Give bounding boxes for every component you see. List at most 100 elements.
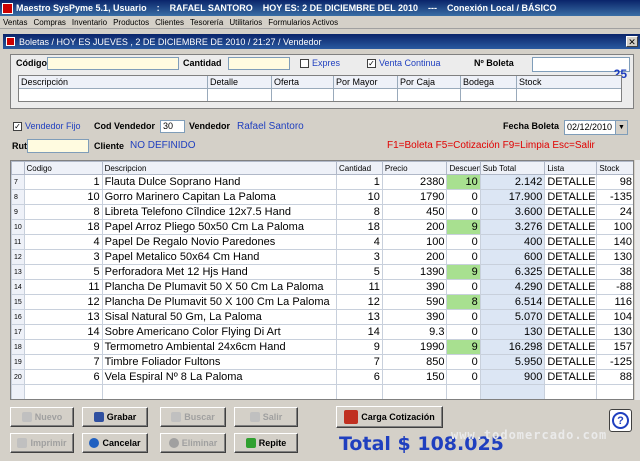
cell-precio[interactable]: 100 — [381, 234, 448, 250]
cell-lista[interactable]: DETALLE — [544, 234, 598, 250]
cell-descuento[interactable]: 0 — [446, 234, 481, 250]
cell-descuento[interactable]: 0 — [446, 369, 481, 385]
cell-subtotal[interactable]: 6.514 — [479, 294, 546, 310]
empty-cell[interactable] — [446, 384, 481, 399]
cell-stock[interactable]: 140 — [596, 234, 633, 250]
cell-lista[interactable]: DETALLE — [544, 369, 598, 385]
menu-tesoreria[interactable]: Tesorería — [190, 18, 223, 27]
cell-codigo[interactable]: 10 — [23, 189, 103, 205]
cell-codigo[interactable]: 14 — [23, 324, 103, 340]
table-row[interactable]: 14 11 Plancha De Plumavit 50 X 50 Cm La Pa… — [11, 279, 633, 295]
cell-descripcion[interactable]: Sobre Americano Color Flying Di Art — [101, 324, 338, 340]
cod-vendedor-input[interactable]: 30 — [160, 120, 185, 133]
cell-cantidad[interactable]: 7 — [336, 354, 383, 370]
cell-codigo[interactable]: 1 — [23, 174, 103, 190]
cell-lista[interactable]: DETALLE — [544, 204, 598, 220]
cell-lista[interactable]: DETALLE — [544, 354, 598, 370]
buscar-button[interactable]: Buscar — [160, 407, 226, 427]
menu-clientes[interactable]: Clientes — [155, 18, 184, 27]
empty-cell[interactable] — [479, 384, 546, 399]
cell-stock[interactable]: 130 — [596, 324, 633, 340]
cell-subtotal[interactable]: 5.070 — [479, 309, 546, 325]
grabar-button[interactable]: Grabar — [82, 407, 148, 427]
header-descripcion[interactable]: Descripcion — [101, 161, 338, 175]
cell-lista[interactable]: DETALLE — [544, 249, 598, 265]
cell-cantidad[interactable]: 10 — [336, 189, 383, 205]
cell-descuento[interactable]: 0 — [446, 354, 481, 370]
cell-descripcion[interactable]: Sisal Natural 50 Gm, La Paloma — [101, 309, 338, 325]
cell-precio[interactable]: 390 — [381, 279, 448, 295]
cell-lista[interactable]: DETALLE — [544, 189, 598, 205]
empty-row[interactable] — [11, 384, 633, 399]
cell-lista[interactable]: DETALLE — [544, 279, 598, 295]
cell-lista[interactable]: DETALLE — [544, 264, 598, 280]
cell-descuento[interactable]: 10 — [446, 174, 481, 190]
table-row[interactable]: 9 8 Libreta Telefono Cîlndice 12x7.5 Hand 8… — [11, 204, 633, 220]
cell-precio[interactable]: 2380 — [381, 174, 448, 190]
cell-descripcion[interactable]: Flauta Dulce Soprano Hand — [101, 174, 338, 190]
cell-stock[interactable]: 98 — [596, 174, 633, 190]
header-precio[interactable]: Precio — [381, 161, 448, 175]
cell-subtotal[interactable]: 2.142 — [479, 174, 546, 190]
cell-lista[interactable]: DETALLE — [544, 339, 598, 355]
cell-codigo[interactable]: 12 — [23, 294, 103, 310]
cell-cantidad[interactable]: 13 — [336, 309, 383, 325]
cell-codigo[interactable]: 13 — [23, 309, 103, 325]
cell-stock[interactable]: 38 — [596, 264, 633, 280]
venta-continua-checkbox[interactable]: ✓ — [367, 59, 376, 68]
cell-lista[interactable]: DETALLE — [544, 294, 598, 310]
table-row[interactable]: 11 4 Papel De Regalo Novio Paredones 4 100 0 4… — [11, 234, 633, 250]
cell-descuento[interactable]: 0 — [446, 279, 481, 295]
cell-codigo[interactable]: 3 — [23, 249, 103, 265]
expres-checkbox[interactable] — [300, 59, 309, 68]
cell-descuento[interactable]: 0 — [446, 189, 481, 205]
cell-stock[interactable]: 100 — [596, 219, 633, 235]
cell-descuento[interactable]: 9 — [446, 339, 481, 355]
nuevo-button[interactable]: Nuevo — [10, 407, 74, 427]
cell-precio[interactable]: 1990 — [381, 339, 448, 355]
cell-cantidad[interactable]: 1 — [336, 174, 383, 190]
cell-descripcion[interactable]: Papel De Regalo Novio Paredones — [101, 234, 338, 250]
table-row[interactable]: 17 14 Sobre Americano Color Flying Di Art 1… — [11, 324, 633, 340]
cell-precio[interactable]: 200 — [381, 219, 448, 235]
cell-stock[interactable]: 130 — [596, 249, 633, 265]
grid-scrollbar[interactable] — [635, 160, 640, 400]
cell-subtotal[interactable]: 17.900 — [479, 189, 546, 205]
menu-ventas[interactable]: Ventas — [3, 18, 27, 27]
cell-cantidad[interactable]: 6 — [336, 369, 383, 385]
table-row[interactable]: 10 18 Papel Arroz Pliego 50x50 Cm La Palom… — [11, 219, 633, 235]
empty-cell[interactable] — [11, 384, 25, 399]
cell-descripcion[interactable]: Gorro Marinero Capitan La Paloma — [101, 189, 338, 205]
cell-subtotal[interactable]: 400 — [479, 234, 546, 250]
cell-cantidad[interactable]: 4 — [336, 234, 383, 250]
empty-cell[interactable] — [23, 384, 103, 399]
cell-cantidad[interactable]: 18 — [336, 219, 383, 235]
table-row[interactable]: 13 5 Perforadora Met 12 Hjs Hand 5 1390 9 6.32… — [11, 264, 633, 280]
cell-stock[interactable]: 104 — [596, 309, 633, 325]
empty-cell[interactable] — [596, 384, 633, 399]
cell-subtotal[interactable]: 5.950 — [479, 354, 546, 370]
cell-cantidad[interactable]: 11 — [336, 279, 383, 295]
cell-subtotal[interactable]: 900 — [479, 369, 546, 385]
vendedor-fijo-checkbox[interactable]: ✓ — [13, 122, 22, 131]
empty-cell[interactable] — [381, 384, 448, 399]
cell-codigo[interactable]: 18 — [23, 219, 103, 235]
header-stock[interactable]: Stock — [596, 161, 633, 175]
cell-precio[interactable]: 200 — [381, 249, 448, 265]
cell-subtotal[interactable]: 6.325 — [479, 264, 546, 280]
table-row[interactable]: 20 6 Vela Espiral Nº 8 La Paloma 6 150 0 900 DE… — [11, 369, 633, 385]
eliminar-button[interactable]: Eliminar — [160, 433, 226, 453]
cell-cantidad[interactable]: 12 — [336, 294, 383, 310]
cell-lista[interactable]: DETALLE — [544, 309, 598, 325]
cell-codigo[interactable]: 8 — [23, 204, 103, 220]
cell-stock[interactable]: 24 — [596, 204, 633, 220]
cell-stock[interactable]: 116 — [596, 294, 633, 310]
table-row[interactable]: 18 9 Termometro Ambiental 24x6cm Hand 9 1990… — [11, 339, 633, 355]
cell-descripcion[interactable]: Plancha De Plumavit 50 X 50 Cm La Paloma — [101, 279, 338, 295]
imprimir-button[interactable]: Imprimir — [10, 433, 74, 453]
cell-precio[interactable]: 850 — [381, 354, 448, 370]
menu-inventario[interactable]: Inventario — [72, 18, 107, 27]
cell-descripcion[interactable]: Plancha De Plumavit 50 X 100 Cm La Palom… — [101, 294, 338, 310]
codigo-input[interactable] — [47, 57, 179, 70]
menu-compras[interactable]: Compras — [33, 18, 65, 27]
